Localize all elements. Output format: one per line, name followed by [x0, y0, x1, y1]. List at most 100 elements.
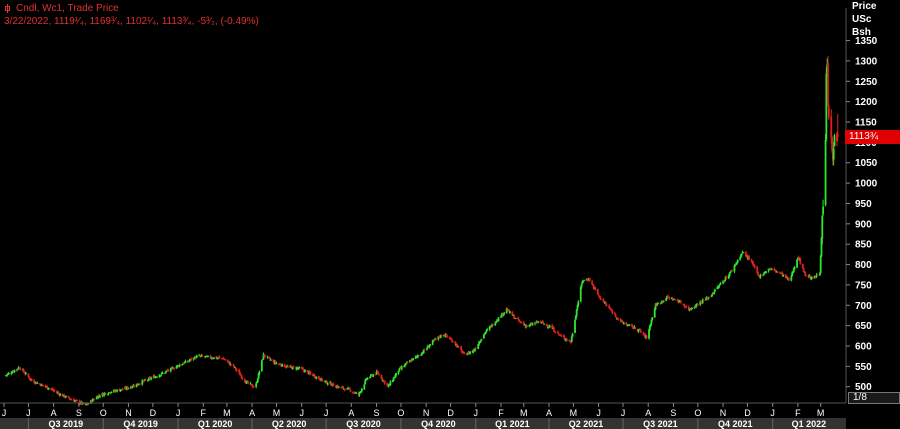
candle-body [827, 106, 830, 118]
x-tick-label: S [670, 408, 676, 418]
candle-body [372, 374, 375, 377]
candle-body [617, 318, 620, 320]
candle-body [614, 314, 617, 317]
candle-body [13, 369, 16, 372]
candle-body [739, 257, 742, 260]
candle-body [207, 355, 210, 357]
x-tick-label: J [176, 408, 181, 418]
quarter-label: Q2 2020 [272, 419, 307, 429]
x-tick-label: F [201, 408, 207, 418]
candle-body [679, 300, 682, 304]
candle-body [144, 379, 147, 381]
x-tick-label: A [51, 408, 57, 418]
candle-body [719, 283, 722, 285]
candle-body [348, 388, 351, 390]
candle-body [298, 366, 301, 369]
legend-last-bar-row: 3/22/2022, 1119¹⁄₄, 1169³⁄₄, 1102¹⁄₄, 11… [4, 15, 259, 28]
candle-body [474, 348, 477, 350]
candle-body [810, 276, 813, 280]
candle-body [218, 357, 221, 359]
candle-body [201, 355, 204, 357]
x-tick-label: D [447, 408, 454, 418]
candle-body [275, 363, 278, 365]
candle-body [486, 329, 489, 331]
candle-body [708, 297, 711, 299]
candle-body [805, 275, 807, 277]
candle-body [315, 376, 318, 379]
x-tick-label: J [2, 408, 7, 418]
candle-body [104, 393, 107, 395]
candle-body [363, 384, 366, 390]
candle-body [833, 135, 836, 147]
candle-body [457, 346, 460, 348]
candle-body [395, 372, 397, 376]
candle-body [349, 390, 352, 392]
candle-body [338, 386, 341, 388]
x-tick-label: D [744, 408, 751, 418]
x-tick-label: J [621, 408, 626, 418]
candle-body [224, 359, 227, 361]
candle-body [748, 256, 750, 260]
x-tick-label: A [249, 408, 255, 418]
candle-body [230, 363, 232, 365]
y-tick-label: 650 [855, 321, 872, 332]
y-tick-label: 1150 [855, 118, 877, 129]
y-tick-label: 1050 [855, 158, 878, 169]
candle-body [64, 395, 67, 398]
candle-body [232, 364, 235, 366]
candle-body [429, 344, 432, 346]
candle-body [782, 274, 785, 277]
candle-body [757, 272, 759, 275]
candle-body [793, 267, 796, 270]
candle-body [580, 284, 583, 288]
candle-body [691, 307, 694, 310]
x-tick-label: S [76, 408, 82, 418]
candle-body [662, 300, 665, 302]
candle-body [342, 386, 345, 389]
candle-body [742, 252, 745, 254]
candle-body [575, 309, 578, 316]
candle-body [184, 360, 187, 363]
candle-body [133, 385, 136, 387]
candle-body [423, 349, 426, 351]
x-tick-label: J [324, 408, 329, 418]
y-tick-label: 750 [855, 280, 872, 291]
quarter-label: Q1 2022 [792, 419, 827, 429]
candle-body [588, 278, 591, 281]
candle-body [321, 378, 323, 381]
candle-body [53, 390, 56, 392]
candle-body [309, 372, 312, 374]
x-tick-label: O [397, 408, 404, 418]
candle-body [364, 380, 367, 385]
price-axis: 5005506006507007508008509009501000105011… [845, 8, 878, 403]
candle-body [452, 341, 454, 343]
candle-body [121, 389, 124, 391]
candle-body [466, 353, 469, 356]
candle-body [178, 364, 181, 367]
scale-selector[interactable]: 1/8 [848, 392, 900, 404]
candle-body [605, 304, 608, 306]
candle-body [469, 351, 471, 354]
x-tick-label: O [694, 408, 701, 418]
candle-body [46, 385, 49, 389]
y-tick-label: 850 [855, 240, 872, 251]
candle-body [678, 301, 681, 303]
candle-body [260, 360, 263, 372]
candle-body [29, 378, 31, 380]
candle-body [548, 325, 551, 328]
candle-body [138, 383, 141, 385]
candle-body [560, 335, 563, 337]
candle-body [76, 400, 79, 402]
candle-body [19, 368, 22, 370]
candle-body [570, 336, 573, 342]
y-tick-label: 1300 [855, 56, 878, 67]
candle-body [537, 321, 540, 323]
candle-body [802, 267, 805, 272]
candle-body [611, 310, 614, 314]
candle-body [264, 355, 267, 357]
candle-body [318, 378, 321, 380]
candle-body [7, 372, 10, 374]
quarter-label: Q4 2020 [421, 419, 456, 429]
candle-body [483, 334, 485, 339]
y-tick-label: 600 [855, 341, 872, 352]
